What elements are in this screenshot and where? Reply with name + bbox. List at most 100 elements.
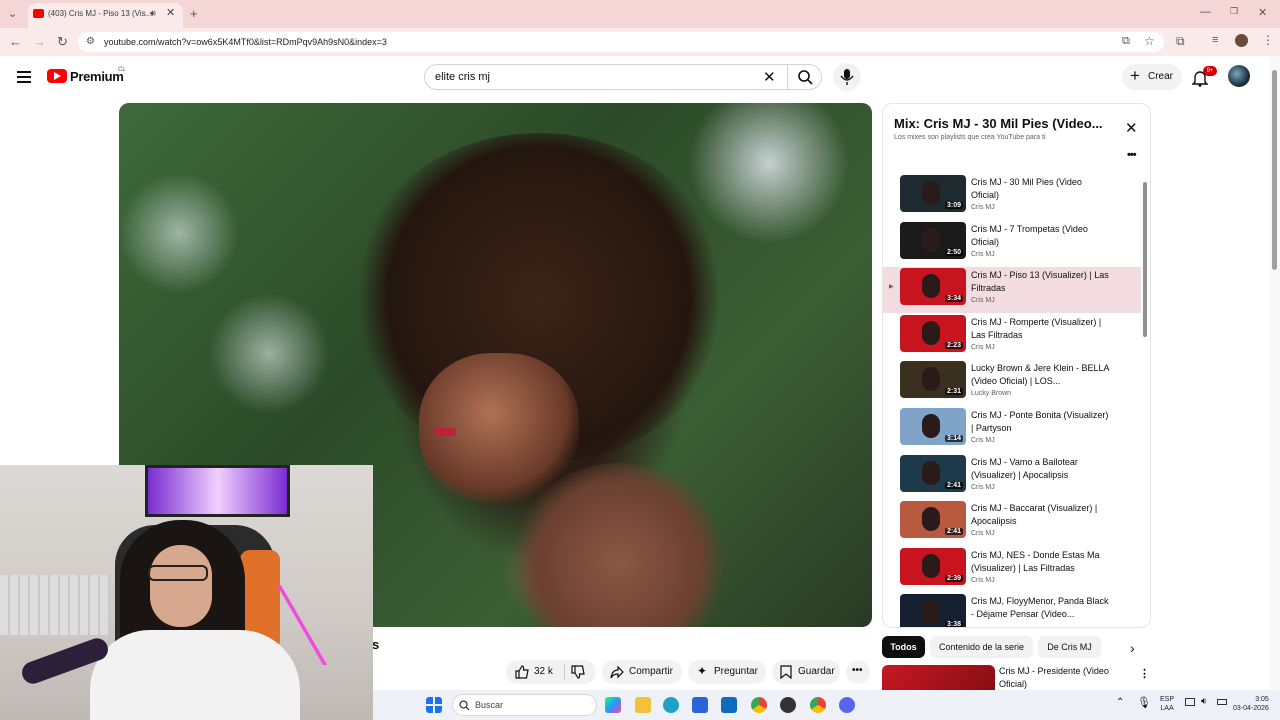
save-button[interactable]: Guardar	[772, 660, 840, 684]
playlist-thumbnail[interactable]: 3:14	[900, 408, 966, 445]
obs-icon[interactable]	[780, 697, 796, 713]
dislike-icon[interactable]	[571, 665, 585, 679]
playlist-item[interactable]: 3:09 Cris MJ - 30 Mil Pies (Video Oficial…	[883, 174, 1141, 220]
playlist-item-channel[interactable]: Cris MJ	[971, 437, 995, 444]
playlist-item-title[interactable]: Cris MJ - Baccarat (Visualizer) | Apocal…	[971, 502, 1111, 528]
playlist-item-channel[interactable]: Cris MJ	[971, 251, 995, 258]
share-button[interactable]: Compartir	[602, 660, 682, 684]
restore-icon[interactable]: ❐	[1230, 6, 1238, 17]
battery-icon[interactable]	[1217, 699, 1227, 705]
chevron-right-icon[interactable]: ›	[1130, 640, 1135, 656]
playlist-item-title[interactable]: Cris MJ - Piso 13 (Visualizer) | Las Fil…	[971, 269, 1111, 295]
taskbar-search[interactable]: Buscar	[452, 694, 597, 716]
edge-icon[interactable]	[663, 697, 679, 713]
more-actions-button[interactable]: •••	[846, 660, 870, 684]
clock[interactable]: 3:05 03-04-2026	[1233, 695, 1269, 713]
playlist-item-channel[interactable]: Cris MJ	[971, 297, 995, 304]
voice-search-button[interactable]	[833, 63, 861, 91]
recommended-title[interactable]: Cris MJ - Presidente (Video Oficial)	[999, 665, 1129, 691]
tray-mic-icon[interactable]: 🎙︎	[1137, 696, 1151, 709]
brand-label[interactable]: Premium	[70, 69, 124, 84]
address-bar[interactable]: ⚙ youtube.com/watch?v=ow6x5K4MTf0&list=R…	[78, 32, 1164, 52]
playlist-item[interactable]: 2:50 Cris MJ - 7 Trompetas (Video Oficial…	[883, 221, 1141, 267]
playlist-item[interactable]: ▶ 3:34 Cris MJ - Piso 13 (Visualizer) | La…	[883, 267, 1141, 314]
account-avatar[interactable]	[1228, 65, 1250, 87]
browser-menu-icon[interactable]: ⋮	[1262, 33, 1274, 47]
playlist-thumbnail[interactable]: 3:38	[900, 594, 966, 627]
playlist-item-title[interactable]: Cris MJ - Romperte (Visualizer) | Las Fi…	[971, 316, 1111, 342]
playlist-item-channel[interactable]: Cris MJ	[971, 530, 995, 537]
chrome-icon[interactable]	[751, 697, 767, 713]
hamburger-menu-icon[interactable]	[17, 71, 31, 83]
playlist-more-icon[interactable]: •••	[1127, 149, 1137, 161]
playlist-item-title[interactable]: Cris MJ - Vamo a Bailotear (Visualizer) …	[971, 456, 1111, 482]
playlist-item-channel[interactable]: Lucky Brown	[971, 390, 1011, 397]
playlist-item-title[interactable]: Cris MJ, FloyyMenor, Panda Black - Déjam…	[971, 595, 1111, 621]
reading-list-icon[interactable]: ≡	[1212, 34, 1218, 46]
playlist-item[interactable]: 2:23 Cris MJ - Romperte (Visualizer) | La…	[883, 314, 1141, 360]
playlist-thumbnail[interactable]: 2:41	[900, 454, 966, 492]
forward-icon[interactable]: →	[33, 34, 46, 49]
like-icon[interactable]	[515, 665, 529, 679]
search-bar[interactable]: elite cris mj ✕	[424, 64, 822, 90]
file-explorer-icon[interactable]	[635, 697, 651, 713]
playlist-thumbnail[interactable]: 2:50	[900, 221, 966, 259]
widgets-icon[interactable]	[605, 697, 621, 713]
back-icon[interactable]: ←	[9, 34, 22, 49]
reload-icon[interactable]: ↻	[57, 34, 68, 50]
clear-search-icon[interactable]: ✕	[763, 68, 776, 86]
playlist-item[interactable]: 2:41 Cris MJ - Vamo a Bailotear (Visualiz…	[883, 454, 1141, 500]
store-icon[interactable]	[692, 697, 708, 713]
playlist-item-title[interactable]: Cris MJ - 7 Trompetas (Video Oficial)	[971, 223, 1111, 249]
playlist-item-title[interactable]: Cris MJ - Ponte Bonita (Visualizer) | Pa…	[971, 409, 1111, 435]
extensions-icon[interactable]: ⧉	[1176, 34, 1185, 49]
volume-icon[interactable]: 🔉︎	[1201, 696, 1207, 707]
chrome-active-icon[interactable]	[810, 697, 826, 713]
playlist-item-channel[interactable]: Cris MJ	[971, 204, 995, 211]
ask-button[interactable]: ✦ Preguntar	[688, 660, 766, 684]
bookmark-star-icon[interactable]: ☆	[1144, 34, 1155, 48]
install-app-icon[interactable]: ⧉	[1122, 35, 1130, 48]
minimize-icon[interactable]: —	[1200, 6, 1211, 18]
new-tab-icon[interactable]: +	[190, 6, 198, 21]
network-icon[interactable]	[1185, 698, 1195, 706]
search-input[interactable]: elite cris mj	[435, 71, 490, 83]
playlist-title[interactable]: Mix: Cris MJ - 30 Mil Pies (Video...	[894, 116, 1103, 131]
playlist-item-title[interactable]: Cris MJ - 30 Mil Pies (Video Oficial)	[971, 176, 1111, 202]
playlist-item[interactable]: 2:41 Cris MJ - Baccarat (Visualizer) | Ap…	[883, 500, 1141, 546]
playlist-item-title[interactable]: Lucky Brown & Jere Klein - BELLA (Video …	[971, 362, 1111, 388]
profile-avatar[interactable]	[1235, 34, 1248, 47]
playlist-item-channel[interactable]: Cris MJ	[971, 344, 995, 351]
browser-tab[interactable]: (403) Cris MJ - Piso 13 (Vis... 🔊︎ ✕	[28, 3, 183, 28]
tab-list-icon[interactable]: ⌄	[8, 7, 17, 20]
playlist-thumbnail[interactable]: 2:41	[900, 501, 966, 539]
create-button[interactable]: + Crear	[1122, 64, 1182, 90]
playlist-thumbnail[interactable]: 2:23	[900, 314, 966, 352]
discord-icon[interactable]	[839, 697, 855, 713]
windows-start-icon[interactable]	[426, 697, 442, 713]
playlist-item-channel[interactable]: Cris MJ	[971, 577, 995, 584]
playlist-thumbnail[interactable]: 2:31	[900, 361, 966, 399]
speaker-icon[interactable]: 🔊︎	[150, 8, 156, 19]
playlist-thumbnail[interactable]: 3:34	[900, 268, 966, 306]
close-window-icon[interactable]: ✕	[1258, 6, 1267, 19]
playlist-item[interactable]: 3:14 Cris MJ - Ponte Bonita (Visualizer) …	[883, 407, 1141, 453]
chip-all[interactable]: Todos	[882, 636, 925, 658]
playlist-thumbnail[interactable]: 2:39	[900, 547, 966, 585]
chip-series[interactable]: Contenido de la serie	[930, 636, 1033, 658]
youtube-logo-icon[interactable]	[47, 69, 67, 83]
playlist-thumbnail[interactable]: 3:09	[900, 175, 966, 212]
chip-from-channel[interactable]: De Cris MJ	[1038, 636, 1101, 658]
page-scrollbar[interactable]	[1270, 56, 1280, 720]
tray-chevron-up-icon[interactable]: ⌃	[1116, 697, 1124, 708]
search-button[interactable]	[787, 65, 823, 89]
playlist-item-channel[interactable]: Cris MJ	[971, 484, 995, 491]
site-info-icon[interactable]: ⚙	[86, 36, 95, 47]
playlist-item[interactable]: 2:31 Lucky Brown & Jere Klein - BELLA (Vi…	[883, 360, 1141, 406]
playlist-item[interactable]: 2:39 Cris MJ, NES - Donde Estas Ma (Visua…	[883, 547, 1141, 593]
recommended-more-icon[interactable]: ⋮	[1139, 667, 1150, 680]
close-tab-icon[interactable]: ✕	[166, 6, 175, 19]
outlook-icon[interactable]	[721, 697, 737, 713]
playlist-scrollbar[interactable]	[1143, 182, 1147, 337]
close-playlist-icon[interactable]: ✕	[1125, 119, 1138, 137]
